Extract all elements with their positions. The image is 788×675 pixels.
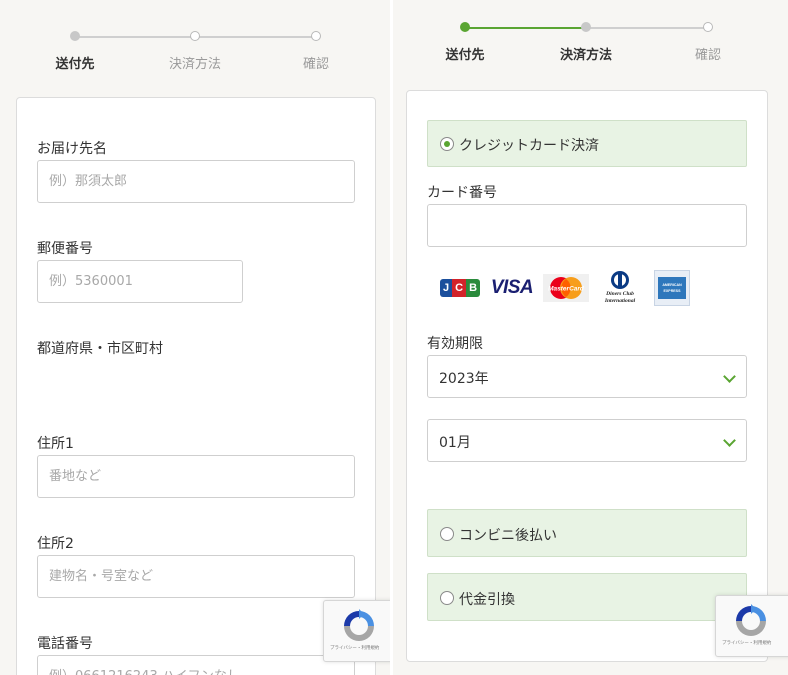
postal-code-label: 郵便番号: [37, 241, 93, 257]
recaptcha-icon: [344, 609, 374, 641]
expiry-year-select[interactable]: 2023年: [427, 355, 747, 398]
credit-card-option-label: クレジットカード決済: [459, 138, 599, 154]
phone-input[interactable]: [37, 655, 355, 675]
diners-club-logo: Diners Club International: [597, 270, 643, 306]
recipient-name-input[interactable]: [37, 160, 355, 203]
svg-text:International: International: [604, 298, 636, 304]
diners-club-icon: Diners Club International: [604, 271, 636, 304]
expiry-label: 有効期限: [427, 336, 483, 352]
expiry-month-select[interactable]: 01月: [427, 419, 747, 462]
cash-on-delivery-option-label: 代金引換: [459, 592, 515, 608]
expiry-month-value: 01月: [439, 435, 471, 451]
postal-code-input[interactable]: [37, 260, 243, 303]
step-label-confirm: 確認: [694, 48, 722, 63]
recaptcha-badge[interactable]: プライバシー・利用規約: [323, 600, 390, 662]
recaptcha-icon: [736, 604, 766, 636]
recaptcha-badge[interactable]: プライバシー・利用規約: [715, 595, 788, 657]
step-dot-confirm: [311, 31, 321, 41]
step-dot-confirm: [703, 22, 713, 32]
step-label-shipping: 送付先: [445, 48, 485, 63]
convenience-store-option[interactable]: コンビニ後払い: [427, 509, 747, 557]
step-label-confirm: 確認: [302, 57, 330, 72]
address2-label: 住所2: [37, 536, 74, 552]
amex-icon: AMERICAN EXPRESS: [658, 277, 686, 299]
step-label-shipping: 送付先: [55, 57, 95, 72]
mastercard-icon: MasterCard: [548, 277, 585, 299]
recaptcha-terms[interactable]: プライバシー・利用規約: [330, 645, 379, 651]
prefecture-city-label: 都道府県・市区町村: [37, 341, 163, 357]
step-dot-payment: [190, 31, 200, 41]
chevron-down-icon: [723, 370, 736, 383]
stepper-track-completed: [465, 27, 585, 29]
svg-text:EXPRESS: EXPRESS: [664, 289, 682, 293]
step-label-payment: 決済方法: [559, 48, 613, 63]
convenience-store-option-label: コンビニ後払い: [459, 528, 557, 544]
mastercard-logo: MasterCard: [543, 274, 589, 302]
address2-input[interactable]: [37, 555, 355, 598]
stepper-track-remaining: [585, 27, 706, 29]
jcb-logo: J C B: [439, 274, 481, 302]
step-dot-shipping: [460, 22, 470, 32]
credit-card-option[interactable]: クレジットカード決済: [427, 120, 747, 167]
credit-card-radio[interactable]: [440, 137, 454, 151]
cash-on-delivery-radio[interactable]: [440, 591, 454, 605]
amex-logo: AMERICAN EXPRESS: [654, 270, 690, 306]
payment-method-screen: 送付先 決済方法 確認 クレジットカード決済 カード番号 J C B VISA …: [393, 0, 788, 675]
cash-on-delivery-option[interactable]: 代金引換: [427, 573, 747, 621]
convenience-store-radio[interactable]: [440, 527, 454, 541]
card-number-label: カード番号: [427, 185, 497, 201]
address1-input[interactable]: [37, 455, 355, 498]
visa-logo: VISA: [490, 277, 534, 298]
step-dot-shipping: [70, 31, 80, 41]
svg-text:MasterCard: MasterCard: [548, 286, 585, 293]
phone-label: 電話番号: [37, 636, 93, 652]
chevron-down-icon: [723, 434, 736, 447]
svg-text:AMERICAN: AMERICAN: [662, 283, 682, 287]
svg-text:Diners Club: Diners Club: [605, 291, 634, 297]
recipient-name-label: お届け先名: [37, 141, 107, 157]
checkout-stepper: 送付先 決済方法 確認: [393, 0, 788, 90]
shipping-address-screen: 送付先 決済方法 確認 お届け先名 郵便番号 都道府県・市区町村 住所1 住所2…: [0, 0, 390, 675]
recaptcha-terms[interactable]: プライバシー・利用規約: [722, 640, 771, 646]
step-dot-payment: [581, 22, 591, 32]
step-label-payment: 決済方法: [168, 57, 222, 72]
expiry-year-value: 2023年: [439, 371, 489, 387]
checkout-stepper: 送付先 決済方法 確認: [0, 0, 390, 90]
card-number-input[interactable]: [427, 204, 747, 247]
address1-label: 住所1: [37, 436, 74, 452]
